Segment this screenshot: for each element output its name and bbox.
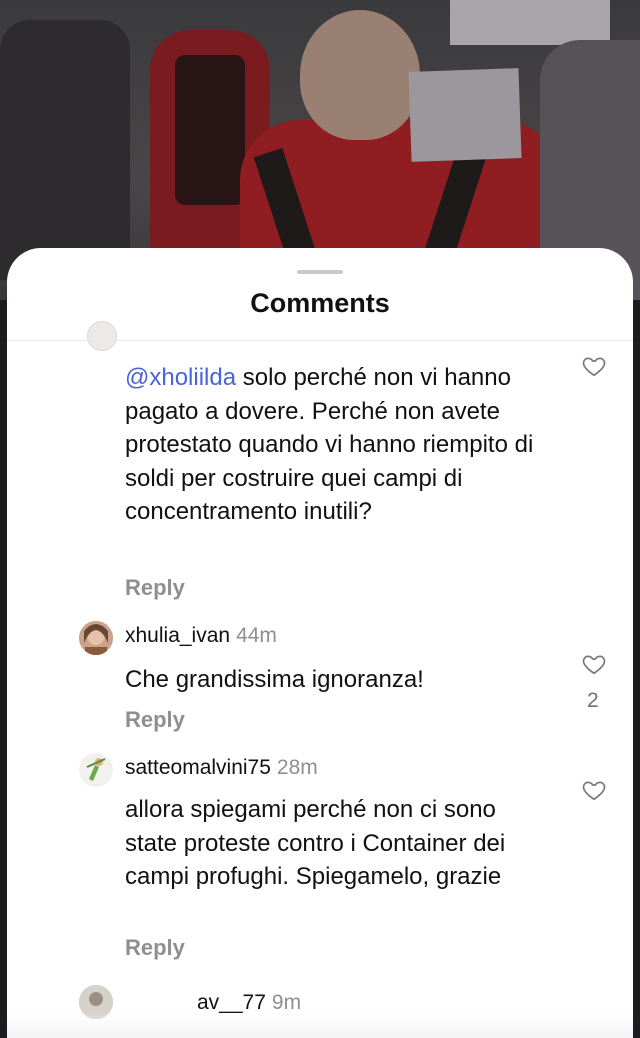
comment-meta: xhulia_ivan 44m [125,624,277,648]
reply-button[interactable]: Reply [125,707,185,733]
heart-outline-icon [582,357,606,377]
timestamp: 44m [236,624,277,647]
username[interactable]: av__77 [197,991,266,1014]
comment-text: allora spiegami perché non ci sono state… [125,796,506,890]
like-button[interactable] [581,777,609,805]
reply-button[interactable]: Reply [125,575,185,601]
avatar[interactable] [87,321,117,351]
comments-list[interactable]: @xholiilda solo perché non vi hanno paga… [7,321,633,1038]
comment-item: @xholiilda solo perché non vi hanno paga… [7,321,633,603]
avatar[interactable] [79,621,113,655]
comment-item: satteomalvini75 28m allora spiegami perch… [7,753,633,973]
timestamp: 28m [276,756,318,779]
comment-item: xhulia_ivan 44m Che grandissima ignoranza… [7,621,633,751]
comment-text: Che grandissima ignoranza! [125,666,424,693]
like-button[interactable] [581,651,609,679]
username[interactable]: satteomalvini75 [125,756,271,779]
reply-button[interactable]: Reply [125,935,185,961]
heart-outline-icon [582,655,606,675]
like-button[interactable] [581,353,609,381]
comments-sheet: Comments @xholiilda solo perché non vi h… [7,248,633,1038]
comment-meta: satteomalvini75 28m [125,756,318,780]
like-count: 2 [587,689,599,712]
username[interactable]: xhulia_ivan [125,624,230,647]
sheet-grabber[interactable] [297,270,343,274]
heart-outline-icon [582,781,606,801]
comment-text: @xholiilda solo perché non vi hanno paga… [125,364,534,525]
timestamp: 9m [271,991,302,1014]
avatar-image [79,621,113,655]
mention-link[interactable]: @xholiilda [125,364,236,391]
bottom-fade [7,1012,633,1038]
sheet-title: Comments [250,288,390,318]
avatar-image [79,753,113,787]
avatar[interactable] [79,753,113,787]
